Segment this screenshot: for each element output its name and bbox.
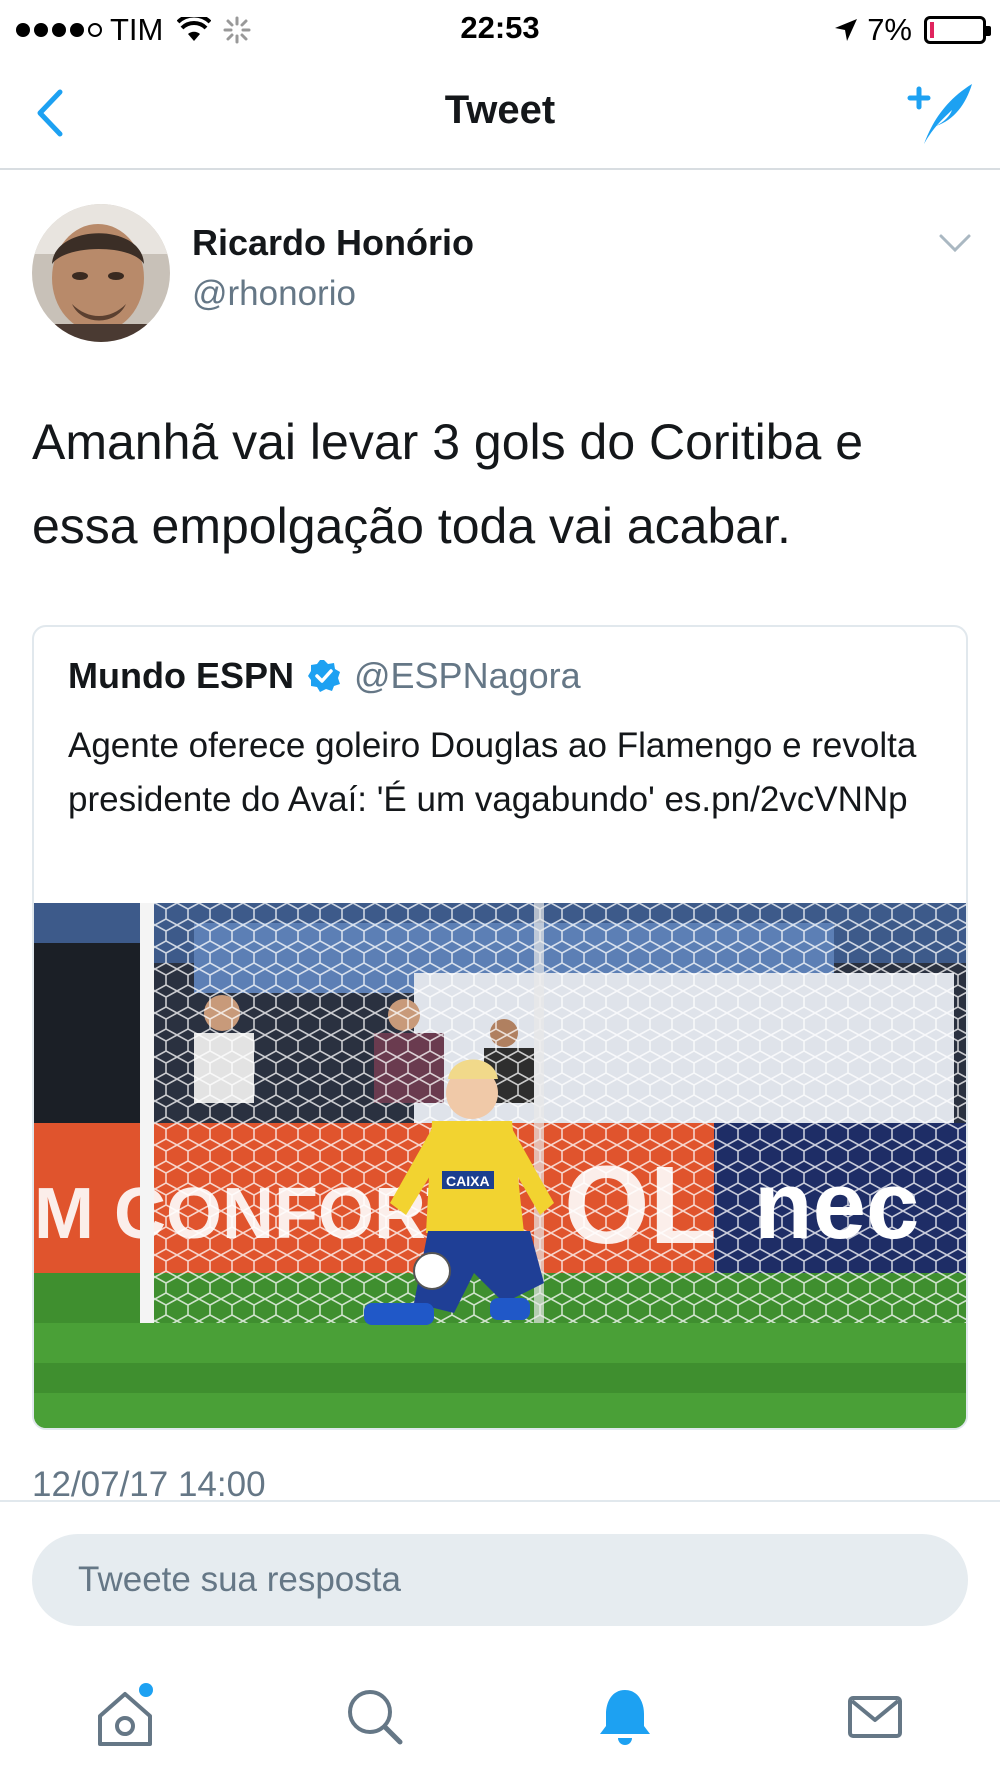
author-name[interactable]: Ricardo Honório bbox=[192, 222, 474, 264]
quoted-tweet-photo[interactable]: M CONFORTO OL nec CAIXA bbox=[34, 903, 968, 1430]
tweet-timestamp: 12/07/17 14:00 bbox=[32, 1465, 266, 1504]
tweet-author[interactable]: Ricardo Honório @rhonorio bbox=[192, 222, 474, 314]
status-bar: TIM 22:53 7% bbox=[0, 0, 1000, 56]
notifications-bell-icon[interactable] bbox=[590, 1682, 660, 1752]
reply-input[interactable] bbox=[32, 1534, 968, 1626]
author-handle[interactable]: @rhonorio bbox=[192, 274, 474, 314]
avatar[interactable] bbox=[32, 204, 170, 342]
avatar-photo bbox=[32, 204, 170, 342]
home-icon[interactable] bbox=[90, 1682, 160, 1752]
location-arrow-icon bbox=[835, 19, 858, 41]
chevron-down-icon[interactable] bbox=[938, 232, 972, 254]
battery-percent: 7% bbox=[867, 12, 912, 47]
quoted-author-name: Mundo ESPN bbox=[68, 655, 294, 696]
battery-fill bbox=[930, 22, 934, 38]
battery-icon bbox=[924, 16, 991, 44]
search-icon[interactable] bbox=[340, 1682, 410, 1752]
tweet-text: Amanhã vai levar 3 gols do Coritiba e es… bbox=[32, 414, 864, 554]
nav-bar: Tweet bbox=[0, 56, 1000, 170]
reply-bar bbox=[0, 1500, 1000, 1630]
quoted-tweet-text: Agente oferece goleiro Douglas ao Flamen… bbox=[68, 726, 917, 819]
quoted-tweet-card[interactable]: Mundo ESPN @ESPNagora Agente oferece gol… bbox=[32, 625, 968, 1430]
compose-tweet-icon[interactable] bbox=[902, 78, 978, 148]
verified-badge-icon bbox=[307, 660, 340, 692]
tab-bar bbox=[0, 1660, 1000, 1777]
quoted-author: Mundo ESPN @ESPNagora bbox=[68, 655, 581, 697]
page-title: Tweet bbox=[444, 88, 556, 132]
status-right: 7% bbox=[833, 12, 991, 48]
quoted-author-handle: @ESPNagora bbox=[353, 655, 581, 696]
messages-envelope-icon[interactable] bbox=[840, 1682, 910, 1752]
shirt-sponsor-text: CAIXA bbox=[446, 1173, 490, 1189]
home-notification-dot bbox=[139, 1683, 153, 1697]
